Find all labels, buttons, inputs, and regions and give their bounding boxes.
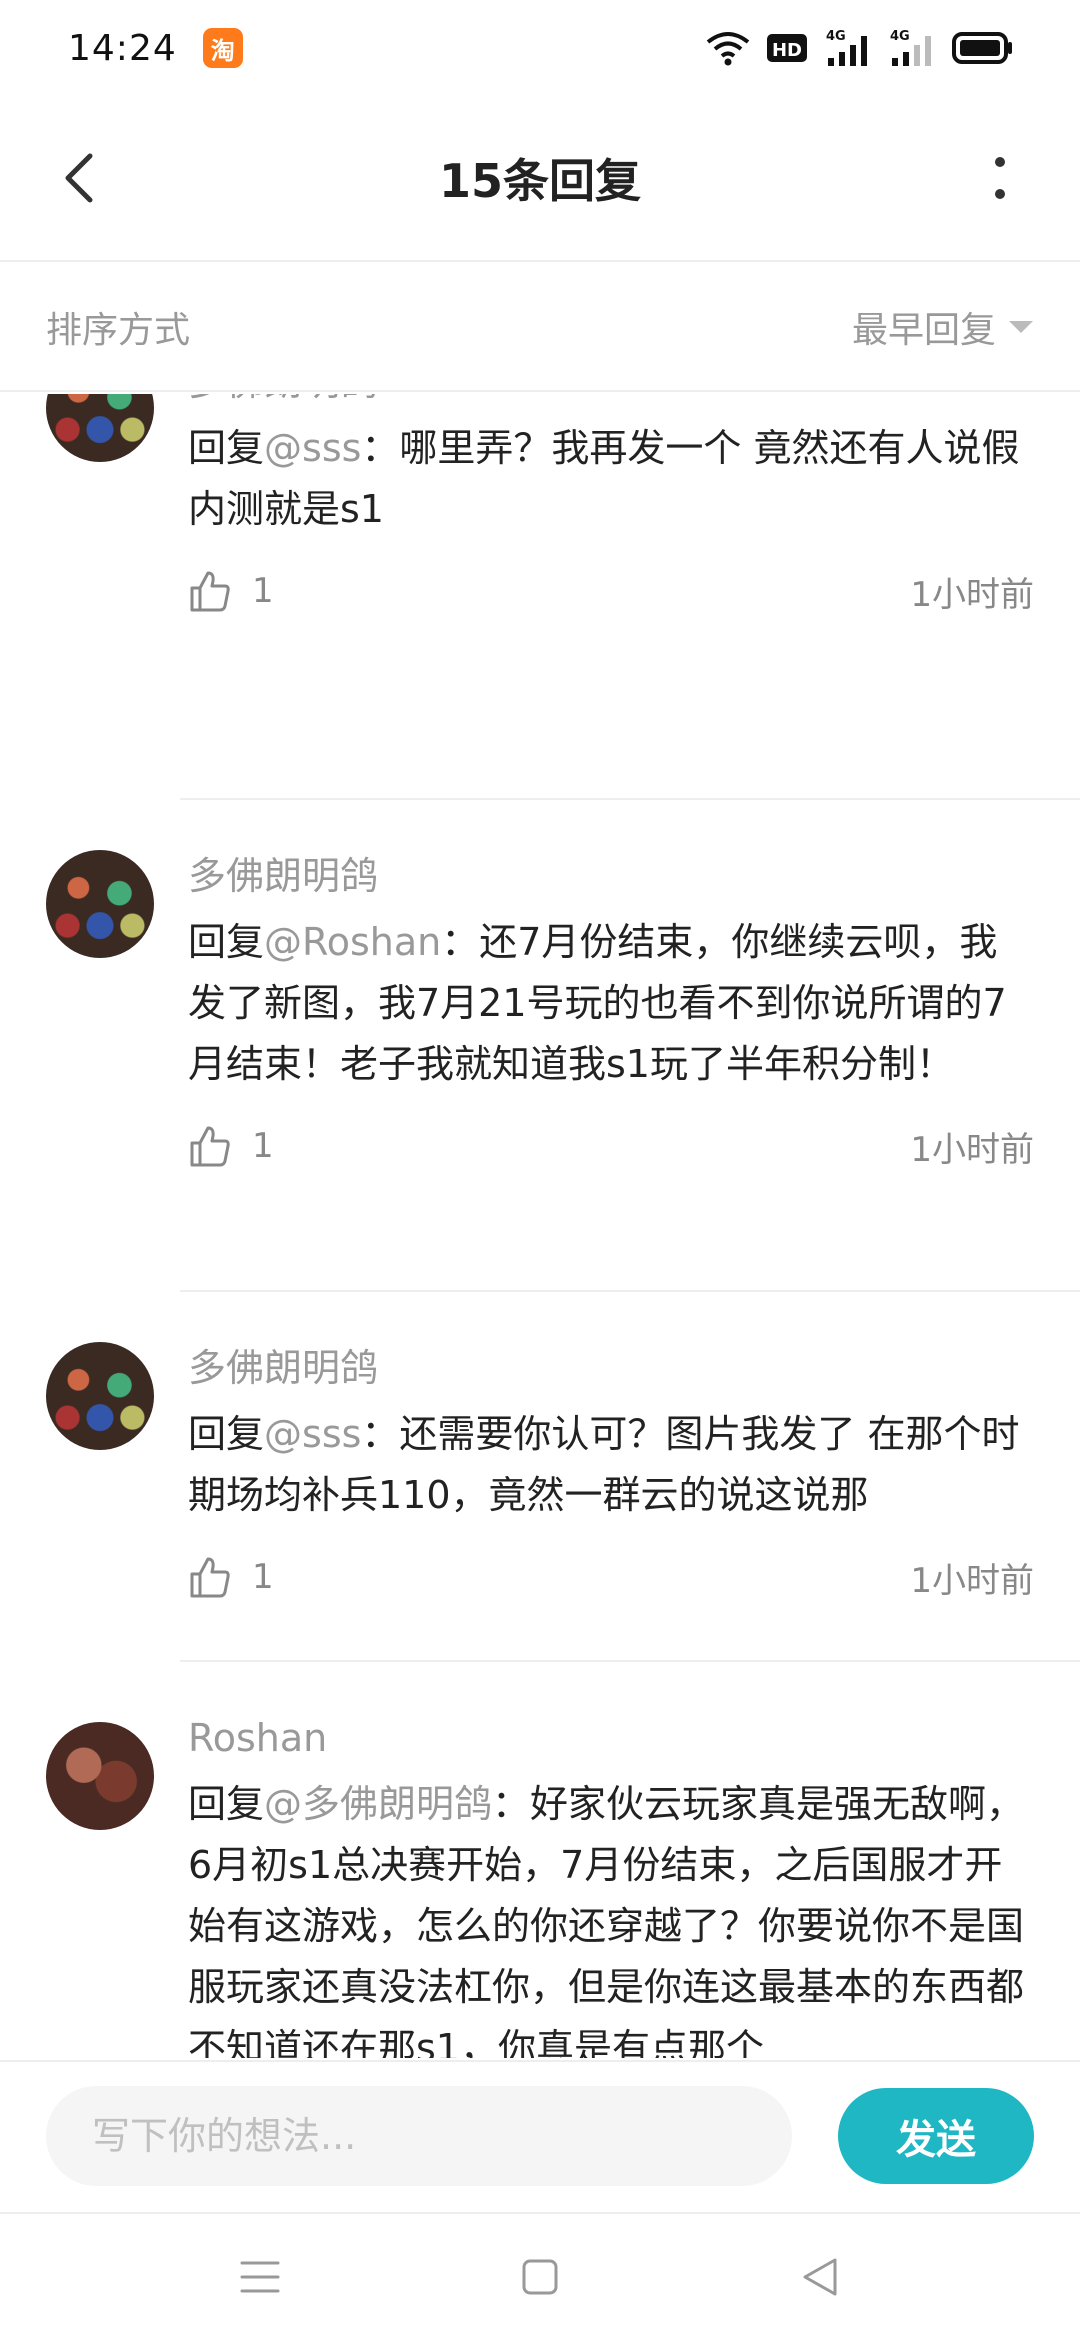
thumbs-up-icon [190, 571, 230, 612]
menu-icon [240, 2261, 280, 2293]
status-indicators: HD 4G 4G [706, 28, 1014, 68]
like-count: 1 [252, 1126, 274, 1166]
signal-icon-2: 4G [890, 29, 931, 66]
reply-item: 多佛朗明鸽 回复@Roshan：还7月份结束，你继续云呗，我发了新图，我7月21… [0, 800, 1080, 1290]
reply-prefix: 回复 [188, 920, 265, 964]
reply-author[interactable]: 多佛朗明鸽 [188, 1340, 1034, 1396]
like-count: 1 [252, 571, 274, 611]
like-button[interactable]: 1 [188, 569, 274, 613]
sort-selected-value: 最早回复 [851, 310, 996, 351]
sort-bar: 排序方式 最早回复 [0, 264, 1080, 392]
like-button[interactable]: 1 [188, 1124, 274, 1168]
triangle-back-icon [803, 2258, 837, 2296]
caret-down-icon [1009, 321, 1033, 333]
reply-item: 多佛朗明鸽 回复@sss：还需要你认可？图片我发了 在那个时期场均补兵110，竟… [0, 1292, 1080, 1660]
back-button[interactable] [40, 138, 120, 218]
sort-label: 排序方式 [46, 310, 191, 351]
hd-label: HD [772, 40, 802, 61]
like-count: 1 [252, 1557, 274, 1597]
reply-author[interactable]: Roshan [188, 1710, 1034, 1766]
more-vertical-icon [995, 157, 1005, 199]
more-options-button[interactable] [960, 138, 1040, 218]
status-time: 14:24 [68, 27, 177, 69]
reply-content[interactable]: 回复@Roshan：还7月份结束，你继续云呗，我发了新图，我7月21号玩的也看不… [188, 912, 1034, 1095]
mention-link[interactable]: @Roshan [264, 920, 441, 964]
chevron-left-icon [65, 153, 93, 203]
avatar[interactable] [46, 394, 154, 462]
avatar[interactable] [46, 1722, 154, 1830]
reply-content[interactable]: 回复@sss：还需要你认可？图片我发了 在那个时期场均补兵110，竟然一群云的说… [188, 1404, 1034, 1526]
system-back-button[interactable] [780, 2237, 860, 2317]
avatar[interactable] [46, 850, 154, 958]
thumbs-up-icon [190, 1557, 230, 1598]
reply-meta: 1 1小时前 [188, 556, 1034, 626]
reply-author[interactable]: 多佛朗明鸽 [188, 848, 1034, 904]
reply-list-content: 多佛朗明鸽 回复@sss：哪里弄？我再发一个 竟然还有人说假 内测就是s1 1 … [0, 394, 1080, 2058]
system-nav-bar [0, 2212, 1080, 2340]
reply-item: Roshan 回复@多佛朗明鸽：好家伙云玩家真是强无敌啊，6月初s1总决赛开始，… [0, 1662, 1080, 2058]
reply-prefix: 回复 [188, 1412, 265, 1456]
send-button[interactable]: 发送 [838, 2088, 1034, 2184]
taobao-notification-icon: 淘 [202, 28, 243, 68]
reply-author[interactable]: 多佛朗明鸽 [188, 394, 1034, 410]
reply-content[interactable]: 回复@多佛朗明鸽：好家伙云玩家真是强无敌啊，6月初s1总决赛开始，7月份结束，之… [188, 1774, 1034, 2058]
page-title: 15条回复 [438, 154, 641, 208]
square-icon [522, 2259, 558, 2295]
app-bar: 15条回复 [0, 96, 1080, 262]
reply-item: 多佛朗明鸽 回复@sss：哪里弄？我再发一个 竟然还有人说假 内测就是s1 1 … [0, 394, 1080, 798]
reply-content[interactable]: 回复@sss：哪里弄？我再发一个 竟然还有人说假 内测就是s1 [188, 418, 1034, 540]
reply-meta: 1 1小时前 [188, 1111, 1034, 1181]
mention-link[interactable]: @sss [264, 426, 361, 470]
network-label-1: 4G [826, 29, 846, 44]
reply-meta: 1 1小时前 [188, 1542, 1034, 1612]
network-label-2: 4G [890, 29, 910, 44]
sort-order-dropdown[interactable]: 最早回复 [852, 301, 1034, 353]
reply-time: 1小时前 [910, 574, 1034, 615]
reply-time: 1小时前 [910, 1560, 1034, 1601]
home-button[interactable] [500, 2237, 580, 2317]
mention-link[interactable]: @多佛朗明鸽 [264, 1782, 492, 1826]
reply-time: 1小时前 [910, 1129, 1034, 1170]
thumbs-up-icon [190, 1126, 230, 1167]
battery-icon [952, 32, 1012, 64]
like-button[interactable]: 1 [188, 1555, 274, 1599]
signal-icon-1: 4G [826, 29, 867, 66]
mention-link[interactable]: @sss [264, 1412, 361, 1456]
wifi-icon [706, 32, 750, 66]
comment-composer: 发送 [0, 2060, 1080, 2210]
reply-prefix: 回复 [188, 426, 265, 470]
reply-list[interactable]: 多佛朗明鸽 回复@sss：哪里弄？我再发一个 竟然还有人说假 内测就是s1 1 … [0, 394, 1080, 2058]
hd-icon: HD [767, 34, 807, 62]
comment-input[interactable] [46, 2086, 792, 2186]
recent-apps-button[interactable] [220, 2237, 300, 2317]
reply-prefix: 回复 [188, 1782, 265, 1826]
avatar[interactable] [46, 1342, 154, 1450]
status-bar: 14:24 淘 HD 4G 4G [0, 0, 1080, 96]
